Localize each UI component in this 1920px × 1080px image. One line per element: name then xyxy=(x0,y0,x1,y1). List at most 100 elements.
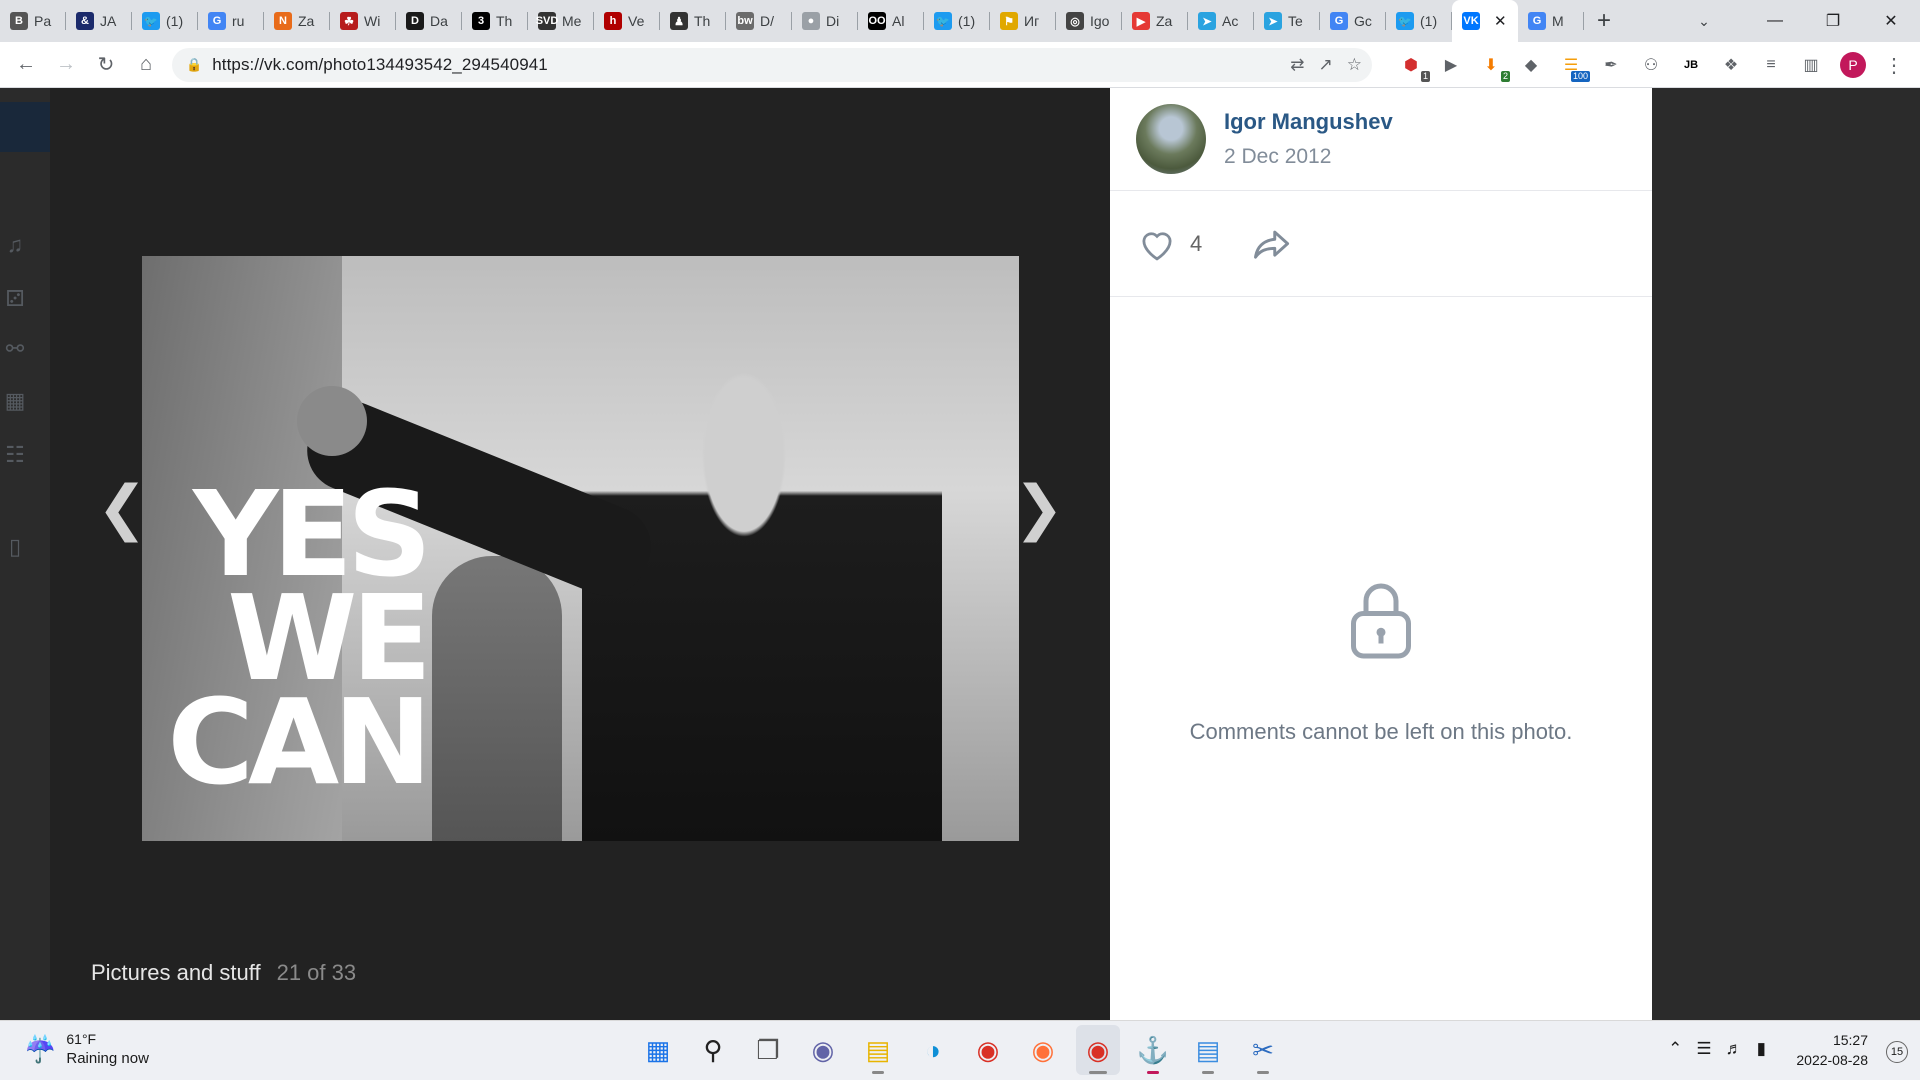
browser-tab[interactable]: ➤ Ac xyxy=(1188,0,1254,42)
tab-search-icon[interactable]: ⌄ xyxy=(1684,0,1724,42)
menu-kebab-icon[interactable]: ⋮ xyxy=(1874,45,1914,85)
share-arrow-icon[interactable] xyxy=(1250,222,1294,266)
comments-disabled-message: Comments cannot be left on this photo. xyxy=(1189,719,1573,744)
task-view-icon[interactable]: ❐ xyxy=(746,1025,790,1075)
tab-strip: B Pa & JA 🐦 (1) Gru N Za ☘ Wi D Da 3 Th SVD Me h Ve ♟ Th bw D/… xyxy=(0,0,1920,42)
url-text[interactable]: https://vk.com/photo134493542_294540941 xyxy=(212,55,548,75)
puzzle-icon[interactable]: ❖ xyxy=(1716,50,1746,80)
clock[interactable]: 15:27 2022-08-28 xyxy=(1796,1030,1868,1070)
browser-tab[interactable]: ◎ Igo xyxy=(1056,0,1122,42)
tab-label: Wi xyxy=(364,13,381,29)
snipping-tool-icon[interactable]: ✂ xyxy=(1241,1025,1285,1075)
restore-icon[interactable]: ❐ xyxy=(1804,0,1862,42)
photo-subject xyxy=(582,326,942,841)
tag-icon[interactable]: ✒ xyxy=(1596,50,1626,80)
browser-tab[interactable]: & JA xyxy=(66,0,132,42)
prev-photo-chevron-icon[interactable]: ❮ xyxy=(97,473,147,543)
address-bar[interactable]: 🔒 https://vk.com/photo134493542_29454094… xyxy=(172,47,1372,82)
author-avatar[interactable] xyxy=(1136,104,1206,174)
browser-tab[interactable]: GM xyxy=(1518,0,1584,42)
jb-icon[interactable]: JB xyxy=(1676,50,1706,80)
tab-label: Ve xyxy=(628,13,645,29)
next-photo-chevron-icon[interactable]: ❯ xyxy=(1014,473,1064,543)
chrome-active-icon[interactable]: ◉ xyxy=(1076,1025,1120,1075)
favicon-icon: N xyxy=(274,12,292,30)
profile-avatar[interactable]: P xyxy=(1840,52,1866,78)
browser-tab[interactable]: ♟ Th xyxy=(660,0,726,42)
volume-icon[interactable]: ♬ xyxy=(1726,1039,1743,1059)
browser-tab[interactable]: 🐦 (1) xyxy=(924,0,990,42)
close-tab-icon[interactable]: ✕ xyxy=(1494,12,1507,30)
dice-icon[interactable]: ⚂ xyxy=(0,284,30,314)
music-icon[interactable]: ♫ xyxy=(0,230,30,260)
browser-tab[interactable]: bw D/ xyxy=(726,0,792,42)
author-name-link[interactable]: Igor Mangushev xyxy=(1224,109,1393,135)
windows-taskbar: ☔ 61°F Raining now ▦ ⚲ ❐ ◉ ▤ ◑ ◉ ◉ ◉ ⚓ ▤… xyxy=(0,1020,1920,1080)
file-explorer-icon[interactable]: ▤ xyxy=(856,1025,900,1075)
play-circle-icon[interactable]: ▶ xyxy=(1436,50,1466,80)
groups-icon[interactable]: ⚯ xyxy=(0,334,30,364)
battery-icon[interactable]: ▮ xyxy=(1757,1039,1766,1059)
notification-badge[interactable]: 15 xyxy=(1886,1041,1908,1063)
browser-tab[interactable]: 🐦 (1) xyxy=(1386,0,1452,42)
forward-icon[interactable]: → xyxy=(46,45,86,85)
browser-tab[interactable]: Gru xyxy=(198,0,264,42)
browser-tab[interactable]: ➤ Te xyxy=(1254,0,1320,42)
browser-tab[interactable]: OO Al xyxy=(858,0,924,42)
docker-icon[interactable]: ⚓ xyxy=(1131,1025,1175,1075)
browser-tab[interactable]: VK ✕ xyxy=(1452,0,1518,42)
teams-chat-icon[interactable]: ◉ xyxy=(801,1025,845,1075)
browser-tab[interactable]: ▶ Za xyxy=(1122,0,1188,42)
rss-icon[interactable]: ☰ 100 xyxy=(1556,50,1590,82)
figure-icon: ♟ xyxy=(670,12,688,30)
browser-tab[interactable]: 3 Th xyxy=(462,0,528,42)
browser-tab[interactable]: N Za xyxy=(264,0,330,42)
bookmark-star-icon[interactable]: ☆ xyxy=(1347,55,1362,75)
favicon-icon: 3 xyxy=(472,12,490,30)
apps-icon[interactable]: ▦ xyxy=(0,386,30,416)
tab-label: Th xyxy=(694,13,711,29)
weather-widget[interactable]: ☔ 61°F Raining now xyxy=(24,1031,149,1067)
new-tab-button[interactable]: + xyxy=(1584,0,1624,42)
album-name-link[interactable]: Pictures and stuff xyxy=(91,960,261,986)
chevron-up-icon[interactable]: ⌃ xyxy=(1668,1039,1682,1059)
translate-icon[interactable]: ⇄ xyxy=(1290,55,1304,75)
heart-icon[interactable] xyxy=(1136,223,1178,265)
shield-icon[interactable]: ◆ xyxy=(1516,50,1546,80)
lock-icon[interactable]: 🔒 xyxy=(186,57,202,73)
back-icon[interactable]: ← xyxy=(6,45,46,85)
browser-tab[interactable]: ⚑ Иг xyxy=(990,0,1056,42)
close-window-icon[interactable]: ✕ xyxy=(1862,0,1920,42)
photo-image[interactable]: YES WE CAN xyxy=(142,256,1019,841)
minimize-icon[interactable]: — xyxy=(1746,0,1804,42)
firefox-icon[interactable]: ◉ xyxy=(1021,1025,1065,1075)
games-icon[interactable]: ☷ xyxy=(0,440,30,470)
share-page-icon[interactable]: ↗ xyxy=(1319,55,1333,75)
window-controls: — ❐ ✕ xyxy=(1746,0,1920,42)
home-icon[interactable]: ⌂ xyxy=(126,45,166,85)
browser-tab[interactable]: ● Di xyxy=(792,0,858,42)
windows-start-icon[interactable]: ▦ xyxy=(636,1025,680,1075)
browser-tab[interactable]: G Gc xyxy=(1320,0,1386,42)
adblock-icon[interactable]: ⬢ 1 xyxy=(1396,50,1430,82)
browser-tab[interactable]: 🐦 (1) xyxy=(132,0,198,42)
author-info: Igor Mangushev 2 Dec 2012 xyxy=(1224,109,1393,169)
flag-icon: ⚑ xyxy=(1000,12,1018,30)
reload-icon[interactable]: ↻ xyxy=(86,45,126,85)
browser-tab[interactable]: D Da xyxy=(396,0,462,42)
sidepanel-icon[interactable]: ▥ xyxy=(1796,50,1826,80)
browser-tab[interactable]: h Ve xyxy=(594,0,660,42)
browser-tab[interactable]: B Pa xyxy=(0,0,66,42)
wifi-icon[interactable]: ☰ xyxy=(1696,1039,1711,1059)
browser-tab[interactable]: SVD Me xyxy=(528,0,594,42)
chrome-icon[interactable]: ◉ xyxy=(966,1025,1010,1075)
edge-browser-icon[interactable]: ◑ xyxy=(911,1025,955,1075)
mobile-icon[interactable]: ▯ xyxy=(0,532,30,562)
people-icon[interactable]: ⚇ xyxy=(1636,50,1666,80)
notepad-icon[interactable]: ▤ xyxy=(1186,1025,1230,1075)
browser-tab[interactable]: ☘ Wi xyxy=(330,0,396,42)
search-icon[interactable]: ⚲ xyxy=(691,1025,735,1075)
playlist-icon[interactable]: ≡ xyxy=(1756,50,1786,80)
photo-actions: 4 xyxy=(1110,191,1652,297)
download-icon[interactable]: ⬇ 2 xyxy=(1476,50,1510,82)
